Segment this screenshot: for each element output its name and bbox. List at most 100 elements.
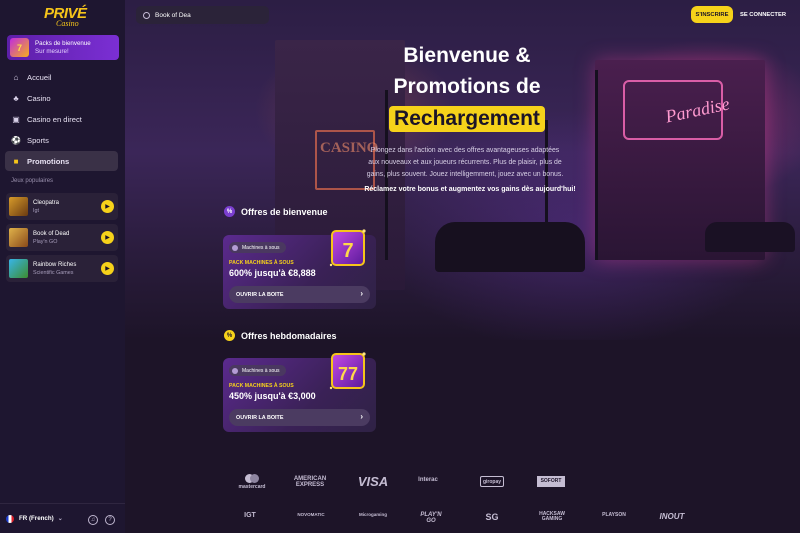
play-icon[interactable]: ▶ <box>101 231 114 244</box>
game-thumbnail <box>9 197 28 216</box>
car-silhouette <box>435 222 585 272</box>
headset-icon[interactable]: ♫ <box>88 515 98 525</box>
game-book-of-dead[interactable]: Book of Dead Play'n GO ▶ <box>6 224 118 251</box>
game-provider: Scientific Games <box>33 269 74 276</box>
game-provider: Igt <box>33 207 39 214</box>
playson-logo: PLAYSON <box>602 512 626 518</box>
sidebar-item-label: Casino en direct <box>27 114 82 124</box>
sidebar-item-label: Promotions <box>27 156 70 166</box>
game-name: Book of Dead <box>33 230 70 237</box>
sidebar-item-sports[interactable]: ⚽ Sports <box>5 130 118 150</box>
open-box-button[interactable]: OUVRIR LA BOITE › <box>229 286 370 303</box>
sidebar-item-casino-en-direct[interactable]: ▣ Casino en direct <box>5 109 118 129</box>
cherries-icon: ♣ <box>13 93 19 103</box>
game-provider: Play'n GO <box>33 238 58 245</box>
section-title: Offres de bienvenue <box>241 206 328 217</box>
igt-logo: IGT <box>244 512 256 519</box>
offer-kicker: PACK MACHINES À SOUS <box>229 260 294 266</box>
slot-machine-icon <box>232 244 238 251</box>
language-selector[interactable]: FR (French) ⌄ <box>6 514 63 523</box>
offer-tag-label: Machines à sous <box>242 367 280 374</box>
offer-amount: 600% jusqu'à €8,888 <box>229 268 316 278</box>
popular-games-list: Cleopatra Igt ▶ Book of Dead Play'n GO ▶… <box>6 193 118 286</box>
hero-description: Plongez dans l'action avec des offres av… <box>366 147 564 178</box>
visa-logo: VISA <box>357 474 389 489</box>
sports-ball-icon: ⚽ <box>11 135 21 145</box>
sidebar-item-label: Sports <box>27 135 49 145</box>
language-label: FR (French) <box>19 515 54 522</box>
chevron-down-icon: ⌄ <box>57 516 63 522</box>
live-casino-icon: ▣ <box>12 114 20 124</box>
gift-icon: ■ <box>13 156 19 166</box>
game-name: Cleopatra <box>33 199 60 206</box>
mystery-box-icon: 77 <box>329 352 366 390</box>
promo-card-title: Packs de bienvenue <box>35 39 91 47</box>
payment-label: mastercard <box>238 484 266 490</box>
welcome-badge-icon: % <box>224 206 235 217</box>
welcome-packs-card[interactable]: 7 Packs de bienvenue Sur mesure! <box>7 35 119 60</box>
section-title: Offres hebdomadaires <box>241 330 337 341</box>
weekly-badge-icon: % <box>224 330 235 341</box>
sidebar: PRIVÉ Casino 7 Packs de bienvenue Sur me… <box>0 0 125 533</box>
offer-amount: 450% jusqu'à €3,000 <box>229 391 316 401</box>
hero-title: Bienvenue & Promotions de Rechargement <box>387 40 547 134</box>
sidebar-item-casino[interactable]: ♣ Casino <box>5 88 118 108</box>
login-button[interactable]: SE CONNECTER <box>737 6 789 23</box>
mastercard-logo: mastercard <box>237 474 267 490</box>
help-icon[interactable]: ? <box>105 515 115 525</box>
sg-logo: SG <box>485 512 499 522</box>
brand-logo[interactable]: PRIVÉ Casino <box>44 6 87 32</box>
play-icon[interactable]: ▶ <box>101 200 114 213</box>
svg-text:7: 7 <box>342 240 353 262</box>
playngo-logo: PLAY'N GO <box>420 512 442 524</box>
svg-text:77: 77 <box>338 364 358 384</box>
open-box-label: OUVRIR LA BOITE <box>236 291 284 298</box>
hero-cta-text: Réclamez votre bonus et augmentez vos ga… <box>364 186 576 193</box>
hacksaw-logo: HACKSAW GAMING <box>539 511 565 522</box>
chevron-right-icon: › <box>360 412 363 421</box>
slot-machine-icon <box>232 367 238 374</box>
game-name: Rainbow Riches <box>33 261 77 268</box>
offer-kicker: PACK MACHINES À SOUS <box>229 383 294 389</box>
game-thumbnail <box>9 228 28 247</box>
open-box-button[interactable]: OUVRIR LA BOITE › <box>229 409 370 426</box>
sidebar-item-promotions[interactable]: ■ Promotions <box>5 151 118 171</box>
sidebar-nav: ⌂ Accueil ♣ Casino ▣ Casino en direct ⚽ … <box>5 67 118 172</box>
welcome-offers-heading: % Offres de bienvenue <box>224 206 328 217</box>
signup-button[interactable]: S'INSCRIRE <box>691 6 733 23</box>
mystery-box-icon: 7 <box>329 229 366 267</box>
offer-tag: Machines à sous <box>229 365 286 376</box>
home-icon: ⌂ <box>13 72 19 82</box>
sidebar-item-accueil[interactable]: ⌂ Accueil <box>5 67 118 87</box>
inout-logo: INOUT <box>659 512 685 521</box>
search-icon <box>143 11 150 19</box>
amex-logo: AMERICAN EXPRESS <box>293 476 327 488</box>
sidebar-item-label: Accueil <box>27 72 52 82</box>
offer-tag-label: Machines à sous <box>242 244 280 251</box>
sidebar-item-label: Casino <box>27 93 51 103</box>
search-input[interactable] <box>155 11 255 19</box>
chevron-right-icon: › <box>360 289 363 298</box>
promo-card-subtitle: Sur mesure! <box>35 47 69 55</box>
play-icon[interactable]: ▶ <box>101 262 114 275</box>
popular-games-title: Jeux populaires <box>11 178 54 184</box>
hero-title-line2: Promotions de <box>393 75 541 98</box>
game-cleopatra[interactable]: Cleopatra Igt ▶ <box>6 193 118 220</box>
offer-tag: Machines à sous <box>229 242 286 253</box>
game-thumbnail <box>9 259 28 278</box>
game-rainbow-riches[interactable]: Rainbow Riches Scientific Games ▶ <box>6 255 118 282</box>
hero-title-line1: Bienvenue & <box>403 44 531 67</box>
open-box-label: OUVRIR LA BOITE <box>236 414 284 421</box>
main-content: Paradise CASINO S'INSCRIRE SE CONNECTER … <box>125 0 800 533</box>
interac-logo: Interac <box>418 477 438 483</box>
sofort-logo: SOFORT <box>537 476 565 487</box>
giropay-logo: giropay <box>480 476 504 487</box>
welcome-offer-card[interactable]: Machines à sous PACK MACHINES À SOUS 600… <box>223 229 376 309</box>
sidebar-footer: FR (French) ⌄ ♫ ? <box>0 503 125 533</box>
weekly-offer-card[interactable]: Machines à sous PACK MACHINES À SOUS 450… <box>223 352 376 432</box>
search-bar[interactable] <box>136 6 269 24</box>
weekly-offers-heading: % Offres hebdomadaires <box>224 330 337 341</box>
microgaming-logo: Microgaming <box>358 512 387 517</box>
novomatic-logo: NOVOMATIC <box>297 512 325 517</box>
hero-title-highlight: Rechargement <box>389 106 545 132</box>
